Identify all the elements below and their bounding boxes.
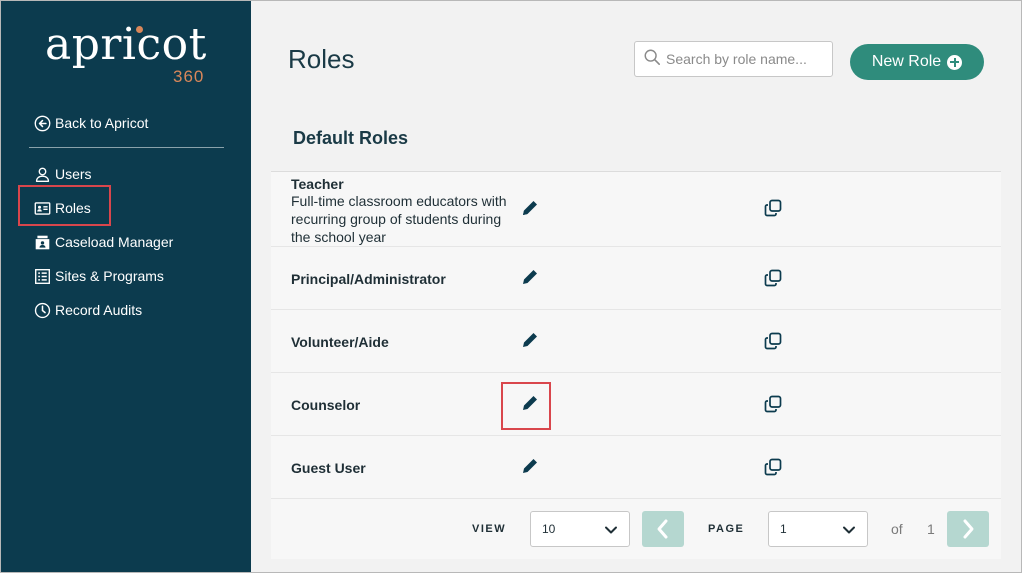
- table-row: Principal/Administrator: [271, 247, 1001, 310]
- role-description: Full-time classroom educators with recur…: [291, 193, 507, 245]
- edit-pencil-icon[interactable]: [520, 456, 540, 476]
- copy-icon[interactable]: [763, 198, 783, 218]
- table-row: Teacher Full-time classroom educators wi…: [271, 172, 1001, 247]
- view-label: VIEW: [472, 523, 507, 535]
- apricot-logo: apricot 360: [45, 19, 215, 89]
- page-label: PAGE: [708, 523, 745, 535]
- copy-icon[interactable]: [763, 457, 783, 477]
- logo-word: apricot: [45, 19, 207, 70]
- chevron-down-icon: [842, 523, 856, 537]
- sidebar-item-users[interactable]: Users: [33, 162, 92, 186]
- logo-number: 360: [173, 67, 205, 86]
- edit-pencil-icon[interactable]: [520, 330, 540, 350]
- next-page-button[interactable]: [947, 511, 989, 547]
- edit-highlight-box: [501, 382, 551, 430]
- page-title: Roles: [288, 44, 355, 74]
- new-role-button[interactable]: New Role: [850, 44, 984, 80]
- sidebar-item-caseload-manager[interactable]: Caseload Manager: [33, 230, 173, 254]
- chevron-right-icon: [963, 519, 974, 539]
- search-input[interactable]: [666, 51, 826, 67]
- role-name: Guest User: [291, 460, 366, 476]
- table-row: Counselor: [271, 373, 1001, 436]
- copy-icon[interactable]: [763, 394, 783, 414]
- pagination-bar: VIEW 10 PAGE 1 of 1: [271, 500, 1001, 558]
- role-name: Principal/Administrator: [291, 271, 446, 287]
- table-row: Guest User: [271, 436, 1001, 499]
- sidebar-item-sites-programs[interactable]: Sites & Programs: [33, 264, 164, 288]
- clock-icon: [33, 301, 51, 319]
- view-select-value: 10: [542, 522, 556, 536]
- role-name: Teacher: [291, 176, 344, 192]
- caseload-icon: [33, 233, 51, 251]
- sidebar-item-record-audits[interactable]: Record Audits: [33, 298, 142, 322]
- view-select[interactable]: 10: [530, 511, 630, 547]
- section-title: Default Roles: [293, 128, 409, 148]
- back-label: Back to Apricot: [55, 115, 149, 131]
- prev-page-button[interactable]: [642, 511, 684, 547]
- copy-icon[interactable]: [763, 268, 783, 288]
- chevron-left-icon: [657, 519, 668, 539]
- plus-circle-icon: [947, 54, 963, 70]
- edit-pencil-icon[interactable]: [520, 267, 540, 287]
- search-icon: [643, 48, 666, 71]
- roles-highlight-box: [18, 185, 111, 226]
- chevron-down-icon: [604, 523, 618, 537]
- arrow-left-circle-icon: [33, 114, 51, 132]
- new-role-label: New Role: [871, 53, 942, 70]
- back-to-apricot-link[interactable]: Back to Apricot: [33, 111, 148, 135]
- sidebar-divider: [29, 147, 224, 148]
- sidebar-item-label: Record Audits: [55, 302, 143, 318]
- table-row: Volunteer/Aide: [271, 310, 1001, 373]
- role-name: Counselor: [291, 397, 361, 413]
- of-label: of: [891, 521, 903, 537]
- copy-icon[interactable]: [763, 331, 783, 351]
- user-icon: [33, 165, 51, 183]
- search-box[interactable]: [634, 41, 833, 77]
- edit-pencil-icon[interactable]: [520, 198, 540, 218]
- total-pages: 1: [927, 521, 935, 537]
- sidebar-item-label: Sites & Programs: [55, 268, 164, 284]
- role-name: Volunteer/Aide: [291, 334, 389, 350]
- logo-dot: [136, 26, 143, 33]
- list-icon: [33, 267, 51, 285]
- sidebar-item-label: Caseload Manager: [55, 234, 174, 250]
- page-select[interactable]: 1: [768, 511, 868, 547]
- sidebar-item-label: Users: [55, 166, 92, 182]
- page-select-value: 1: [780, 522, 787, 536]
